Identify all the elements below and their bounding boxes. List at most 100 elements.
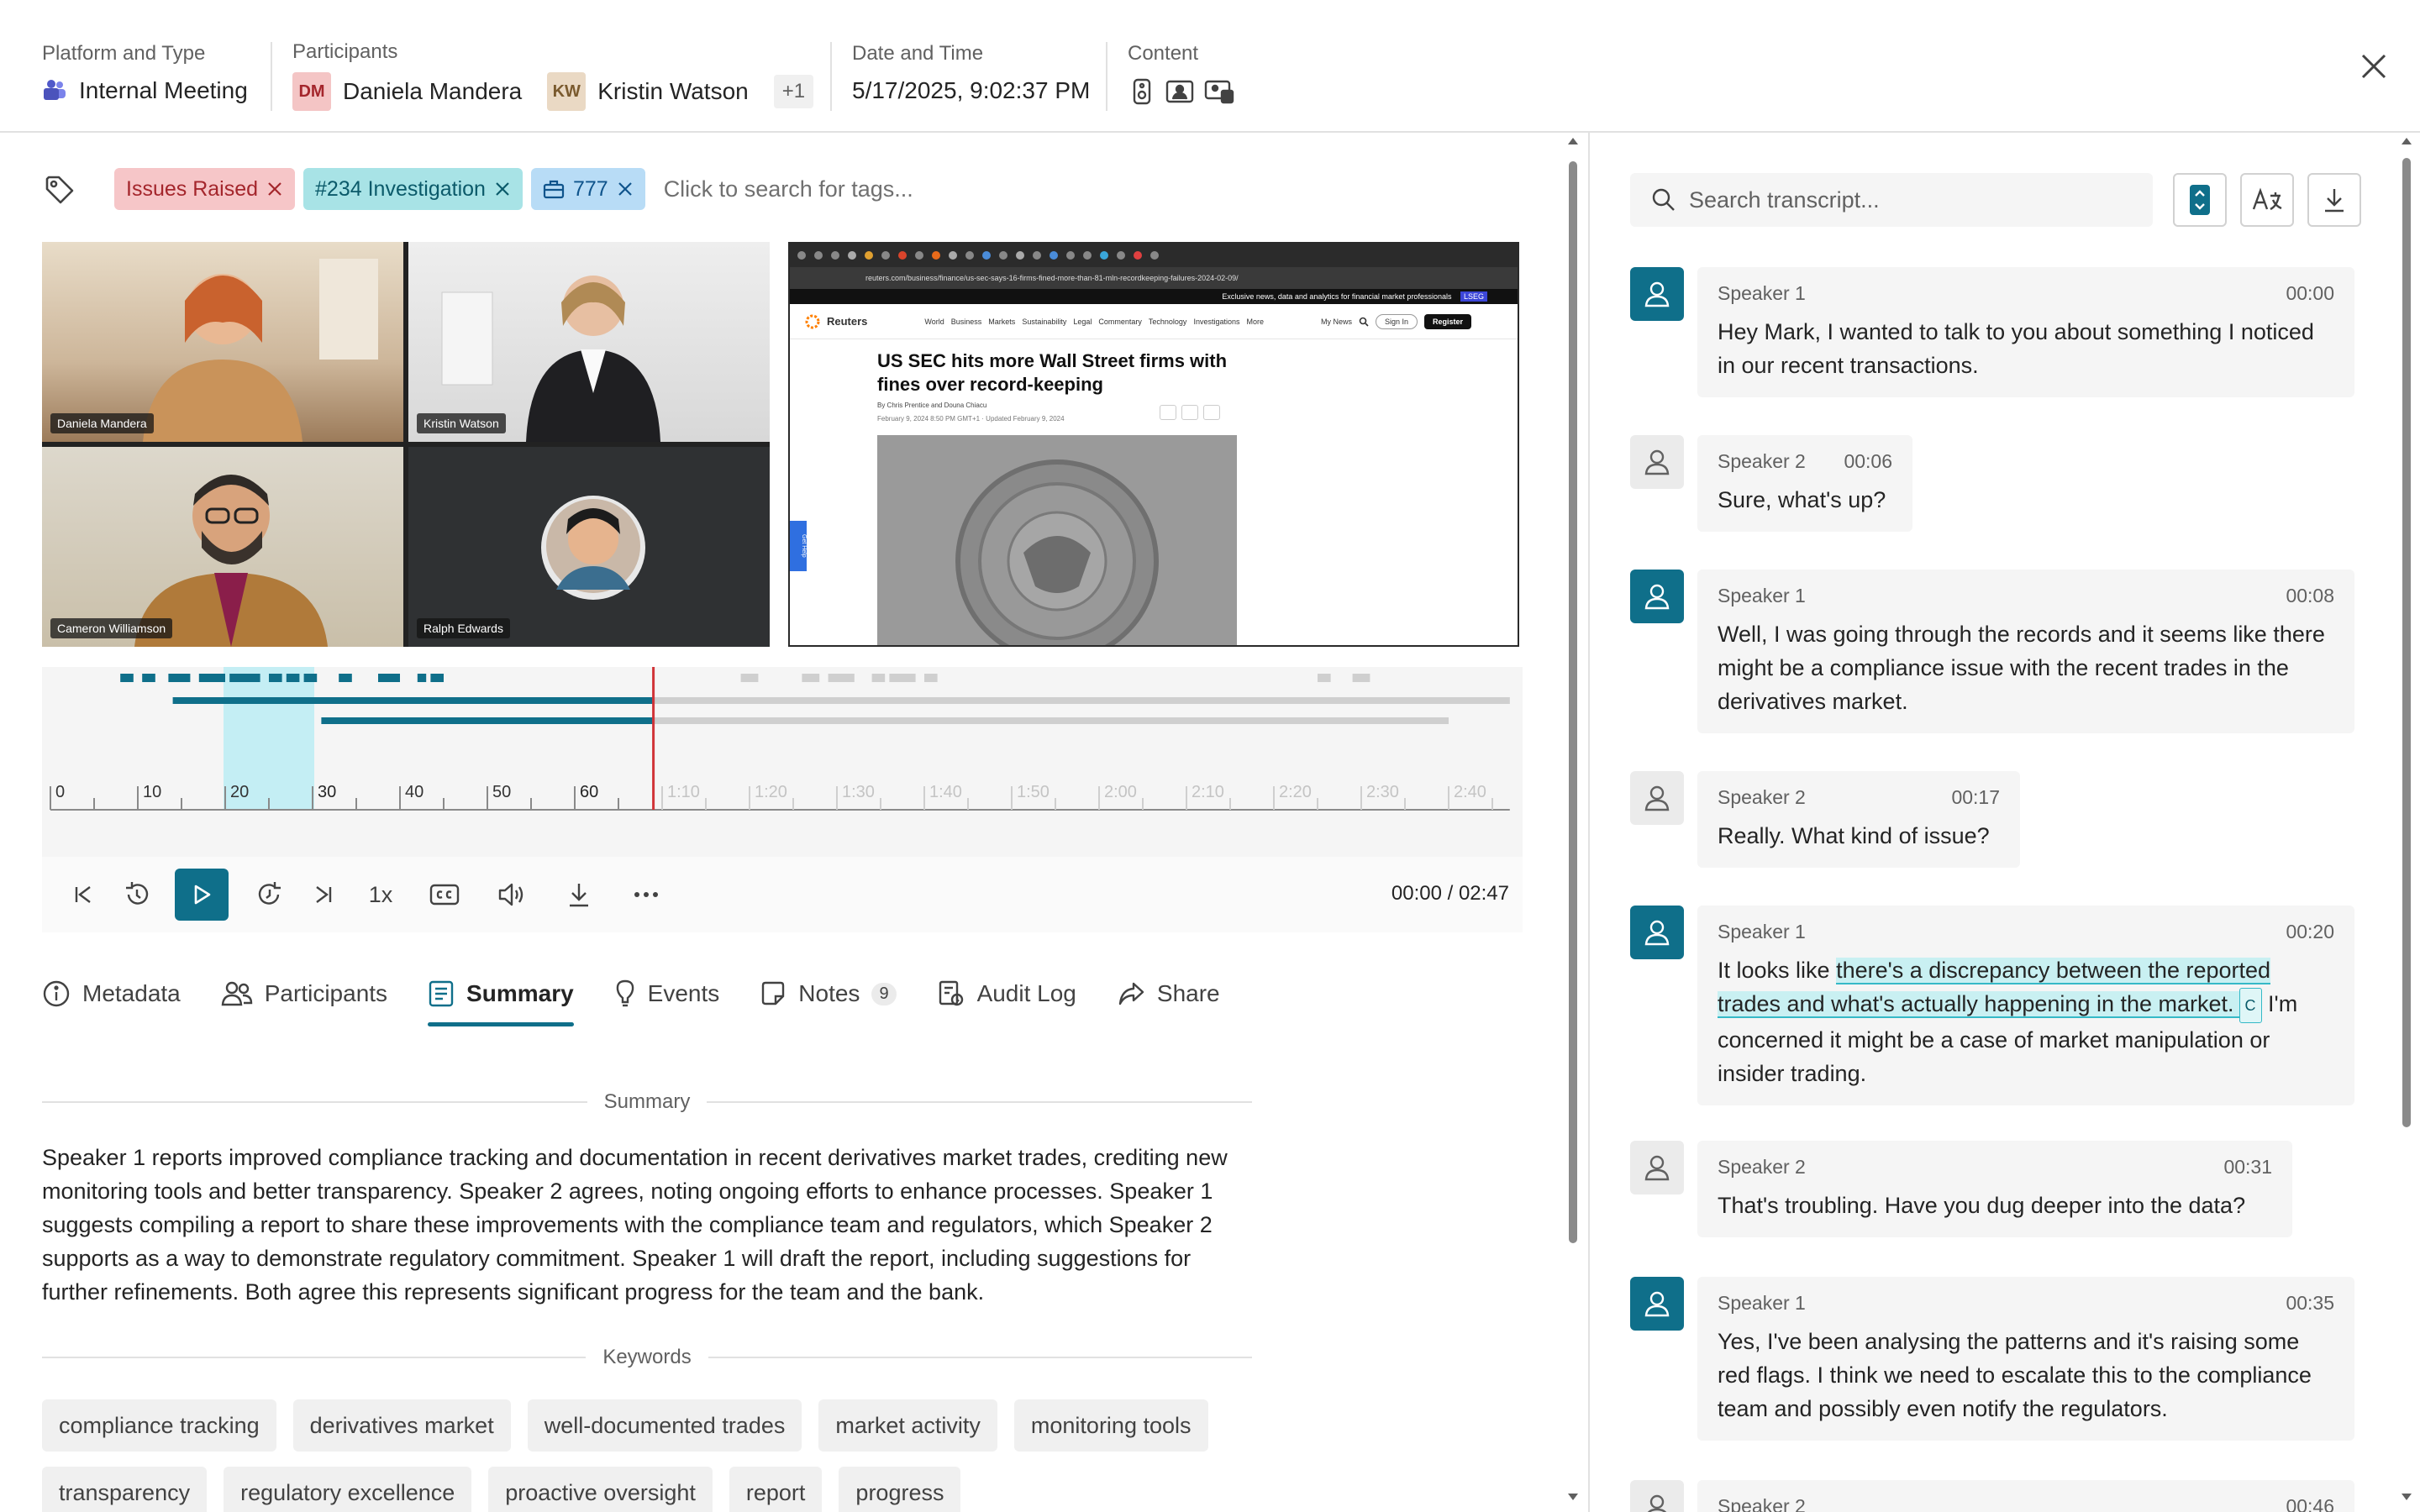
tab-audit-log[interactable]: Audit Log (937, 964, 1076, 1023)
tab-metadata[interactable]: Metadata (42, 964, 181, 1023)
remove-tag-icon[interactable] (617, 181, 634, 197)
download-transcript-button[interactable] (2307, 173, 2361, 227)
more-options-button[interactable] (625, 874, 667, 916)
keyword-chip[interactable]: regulatory excellence (224, 1467, 472, 1512)
message-time[interactable]: 00:35 (2286, 1292, 2334, 1315)
person-icon (1644, 449, 1670, 475)
tab-events[interactable]: Events (614, 964, 719, 1023)
article-byline: By Chris Prentice and Douna Chiacu (877, 402, 987, 409)
message-text: Hey Mark, I wanted to talk to you about … (1718, 319, 2314, 378)
message-time[interactable]: 00:46 (2286, 1495, 2334, 1512)
message-bubble: Speaker 2 00:31 That's troubling. Have yo… (1697, 1141, 2292, 1237)
tag-label: Issues Raised (126, 176, 259, 201)
nav-item: More (1246, 317, 1264, 326)
message-bubble: Speaker 2 00:46 (1697, 1480, 2354, 1512)
tag-investigation[interactable]: #234 Investigation (303, 168, 523, 210)
message-text: Sure, what's up? (1718, 487, 1886, 512)
message-text: Really. What kind of issue? (1718, 823, 1990, 848)
participant-video-icon (134, 475, 328, 647)
remove-tag-icon[interactable] (494, 181, 511, 197)
more-participants-button[interactable]: +1 (773, 75, 814, 108)
playback-speed-button[interactable]: 1x (360, 874, 402, 916)
message-time[interactable]: 00:08 (2286, 585, 2334, 607)
keyword-chip[interactable]: derivatives market (292, 1399, 511, 1452)
message-time[interactable]: 00:20 (2286, 921, 2334, 943)
message-bubble: Speaker 1 00:35 Yes, I've been analysing … (1697, 1277, 2354, 1441)
speaker-activity-segment (828, 674, 855, 682)
speaker-avatar (1630, 267, 1684, 321)
speaker-avatar (1630, 1141, 1684, 1194)
speaker-activity-segment (168, 674, 191, 682)
left-panel-scrollbar[interactable] (1565, 133, 1581, 1512)
volume-button[interactable] (491, 874, 533, 916)
tag-label: #234 Investigation (315, 176, 486, 201)
scroll-sync-button[interactable] (2173, 173, 2227, 227)
browser-tabs-bar (790, 244, 1518, 267)
comment-badge[interactable]: C (2238, 987, 2262, 1023)
summary-heading-text: Summary (603, 1090, 691, 1113)
screen-share-icon[interactable] (1203, 77, 1235, 106)
transcript-scrollbar[interactable] (2398, 133, 2415, 1512)
reuters-logo-icon (805, 314, 820, 328)
video-content-icon[interactable] (1165, 77, 1195, 106)
tab-participants[interactable]: Participants (221, 964, 387, 1023)
tag-issues-raised[interactable]: Issues Raised (114, 168, 296, 210)
person-icon (1644, 785, 1670, 811)
tag-search-input[interactable]: Click to search for tags... (664, 176, 913, 202)
message-time[interactable]: 00:17 (1951, 786, 2000, 809)
tag-icon (45, 176, 74, 204)
teams-icon (44, 80, 66, 100)
message-time[interactable]: 00:06 (1844, 450, 1892, 473)
keyword-chip[interactable]: transparency (42, 1467, 208, 1512)
keyword-chip[interactable]: proactive oversight (488, 1467, 713, 1512)
speaker-activity-segment (378, 674, 400, 682)
timeline-tick-label: 1:40 (929, 783, 962, 801)
speaker-activity-segment (653, 717, 1449, 724)
speaker-name: Speaker 2 (1718, 1156, 1806, 1178)
skip-to-end-button[interactable] (302, 874, 345, 916)
rewind-button[interactable] (116, 874, 158, 916)
message-time[interactable]: 00:31 (2223, 1156, 2272, 1179)
participant-name[interactable]: Kristin Watson (597, 78, 748, 105)
participant-name[interactable]: Daniela Mandera (343, 78, 522, 105)
keyword-chip[interactable]: compliance tracking (42, 1399, 276, 1452)
speaker-activity-segment (142, 674, 155, 682)
audit-icon (939, 980, 963, 1006)
transcript-search-input[interactable]: Search transcript... (1630, 173, 2153, 227)
keyword-chip[interactable]: well-documented trades (527, 1399, 802, 1452)
speaker-name: Speaker 2 (1718, 1495, 1806, 1512)
fast-forward-button[interactable] (249, 874, 291, 916)
platform-value: Internal Meeting (79, 77, 248, 103)
skip-to-start-button[interactable] (62, 874, 104, 916)
captions-button[interactable] (424, 874, 466, 916)
keyword-chip[interactable]: monitoring tools (1013, 1399, 1208, 1452)
person-icon (1644, 281, 1670, 307)
share-icon (1203, 405, 1220, 420)
translate-button[interactable] (2240, 173, 2294, 227)
timeline-track[interactable] (42, 667, 1523, 857)
content-group: Content (1128, 42, 1235, 106)
video-grid[interactable]: Daniela Mandera Kristin Watson Cameron W… (42, 242, 770, 647)
download-recording-button[interactable] (558, 874, 600, 916)
speaker-avatar (1630, 1480, 1684, 1512)
tag-case-777[interactable]: 777 (530, 168, 645, 210)
timeline[interactable]: 0 10 20 30 40 50 60 1:10 1:20 1:30 1:40 1:50 2:00 2:1… (42, 667, 1523, 857)
keyword-chip[interactable]: market activity (818, 1399, 997, 1452)
remove-tag-icon[interactable] (266, 181, 283, 197)
close-icon[interactable] (2356, 49, 2391, 84)
keyword-chip[interactable]: report (729, 1467, 823, 1512)
play-button[interactable] (175, 869, 229, 921)
site-sign-in: Sign In (1376, 313, 1418, 329)
audio-content-icon[interactable] (1128, 77, 1156, 106)
keyword-chip[interactable]: progress (839, 1467, 961, 1512)
summary-heading: Summary (42, 1090, 1252, 1114)
tab-notes[interactable]: Notes 9 (760, 964, 897, 1023)
tab-summary[interactable]: Summary (428, 964, 574, 1026)
summary-icon (429, 980, 454, 1007)
speaker-name: Speaker 2 (1718, 450, 1806, 472)
nav-item: Legal (1073, 317, 1092, 326)
tab-share[interactable]: Share (1117, 964, 1220, 1023)
message-time[interactable]: 00:00 (2286, 282, 2334, 305)
speaker-activity-segment (339, 674, 352, 682)
shared-screen[interactable]: reuters.com/business/finance/us-sec-says… (788, 242, 1519, 647)
